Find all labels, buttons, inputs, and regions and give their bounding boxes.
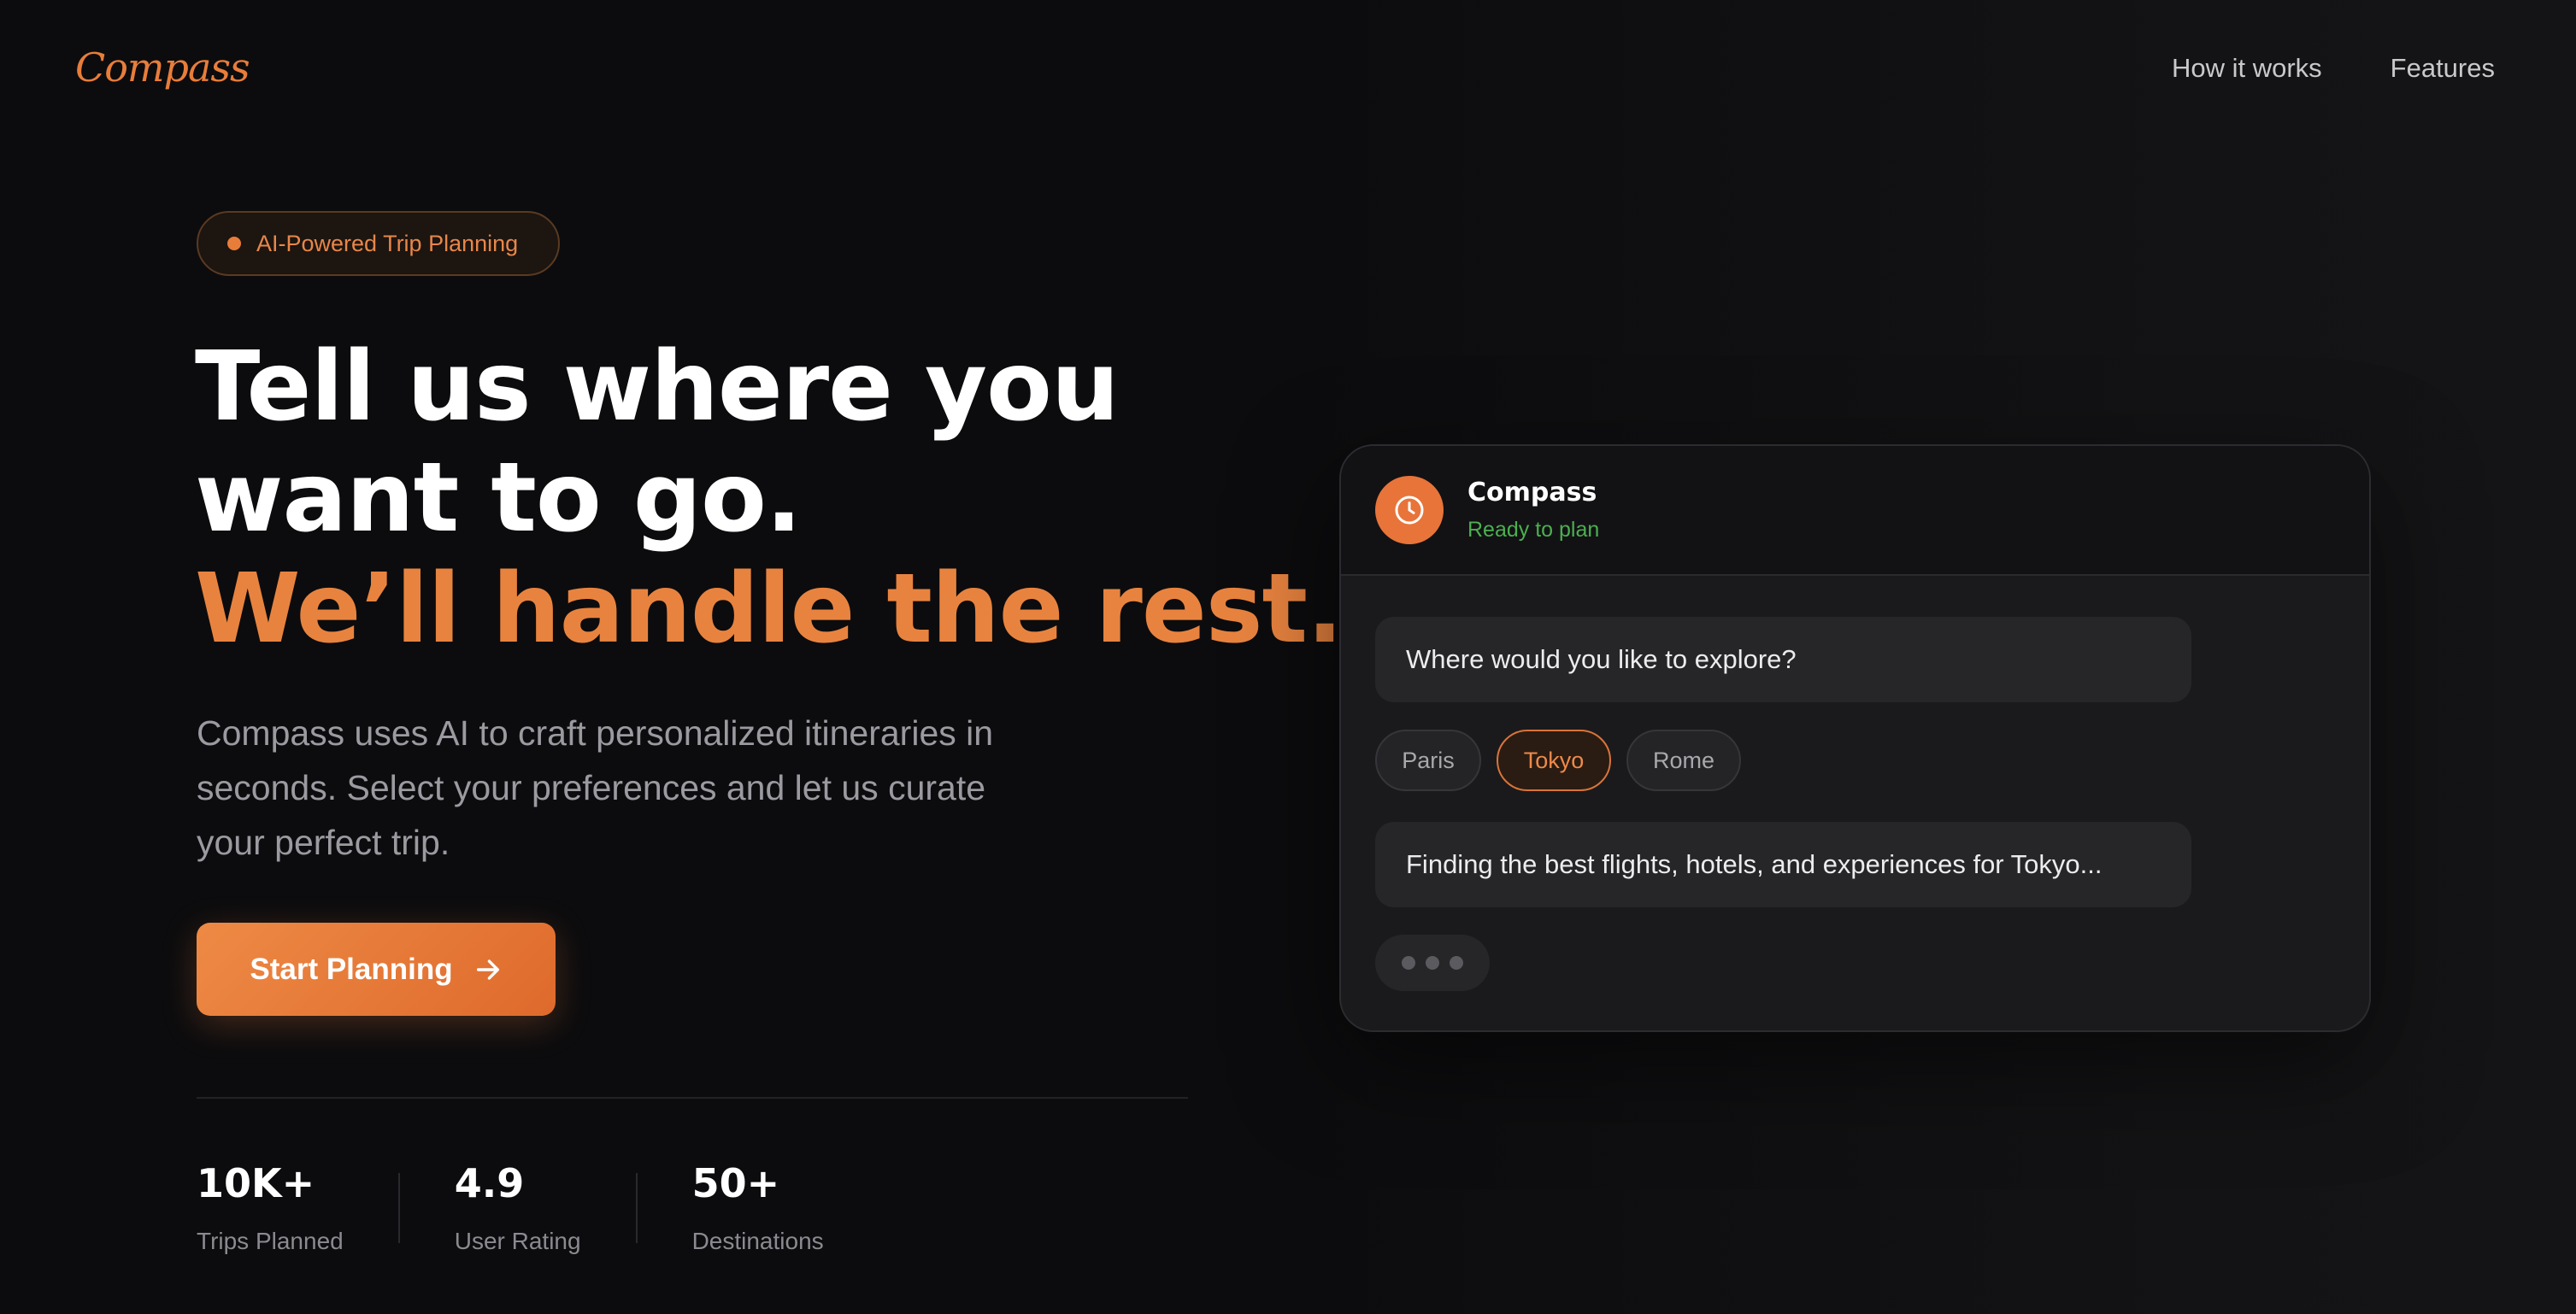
section-divider	[197, 1097, 1188, 1099]
option-chip-rome[interactable]: Rome	[1626, 730, 1741, 791]
headline-line-1: Tell us where you	[195, 331, 1120, 443]
stat-value: 10K+	[197, 1160, 315, 1206]
stat-trips: 10K+ Trips Planned	[197, 1158, 344, 1255]
start-planning-label: Start Planning	[250, 952, 453, 986]
chat-preview-card: Compass Ready to plan Where would you li…	[1339, 444, 2371, 1032]
stat-label: User Rating	[454, 1228, 581, 1254]
chat-message-response: Finding the best flights, hotels, and ex…	[1375, 822, 2191, 907]
nav-link-features[interactable]: Features	[2391, 53, 2495, 84]
destination-options: Paris Tokyo Rome	[1375, 730, 1741, 791]
landing-page: Compass How it works Features AI-Powered…	[0, 0, 2576, 1314]
typing-dot	[1402, 956, 1415, 970]
dot-icon	[227, 237, 241, 250]
top-nav: How it works Features	[2172, 53, 2495, 84]
assistant-name: Compass	[1467, 478, 1597, 507]
chat-message-question: Where would you like to explore?	[1375, 617, 2191, 702]
option-chip-tokyo[interactable]: Tokyo	[1497, 730, 1611, 791]
assistant-info: Compass Ready to plan	[1467, 478, 1599, 543]
stat-divider	[635, 1173, 638, 1243]
nav-link-how-it-works[interactable]: How it works	[2172, 53, 2322, 84]
typing-dot	[1450, 956, 1463, 970]
stat-label: Trips Planned	[197, 1228, 344, 1254]
page-title: Tell us where you want to go. We’ll hand…	[195, 331, 1344, 665]
start-planning-button[interactable]: Start Planning	[197, 923, 556, 1016]
stat-divider	[397, 1173, 400, 1243]
headline-line-3: We’ll handle the rest.	[195, 554, 1344, 665]
typing-dot	[1426, 956, 1439, 970]
typing-dots-icon	[1375, 935, 1490, 991]
clock-icon	[1395, 496, 1424, 525]
stat-destinations: 50+ Destinations	[692, 1158, 824, 1255]
brand-logo[interactable]: Compass	[75, 44, 250, 91]
assistant-status: Ready to plan	[1467, 518, 1600, 542]
stat-label: Destinations	[691, 1228, 824, 1254]
stat-value: 50+	[691, 1160, 780, 1206]
stat-value: 4.9	[454, 1160, 525, 1206]
stats-row: 10K+ Trips Planned 4.9 User Rating 50+ D…	[197, 1158, 824, 1255]
arrow-right-icon	[476, 959, 499, 980]
hero-description: Compass uses AI to craft personalized it…	[197, 713, 994, 862]
assistant-avatar	[1375, 476, 1444, 544]
headline-line-2: want to go.	[195, 443, 802, 554]
feature-badge: AI-Powered Trip Planning	[197, 211, 560, 276]
option-chip-paris[interactable]: Paris	[1375, 730, 1481, 791]
badge-label: AI-Powered Trip Planning	[256, 230, 519, 256]
chat-header: Compass Ready to plan	[1341, 446, 2369, 576]
stat-rating: 4.9 User Rating	[455, 1158, 581, 1255]
